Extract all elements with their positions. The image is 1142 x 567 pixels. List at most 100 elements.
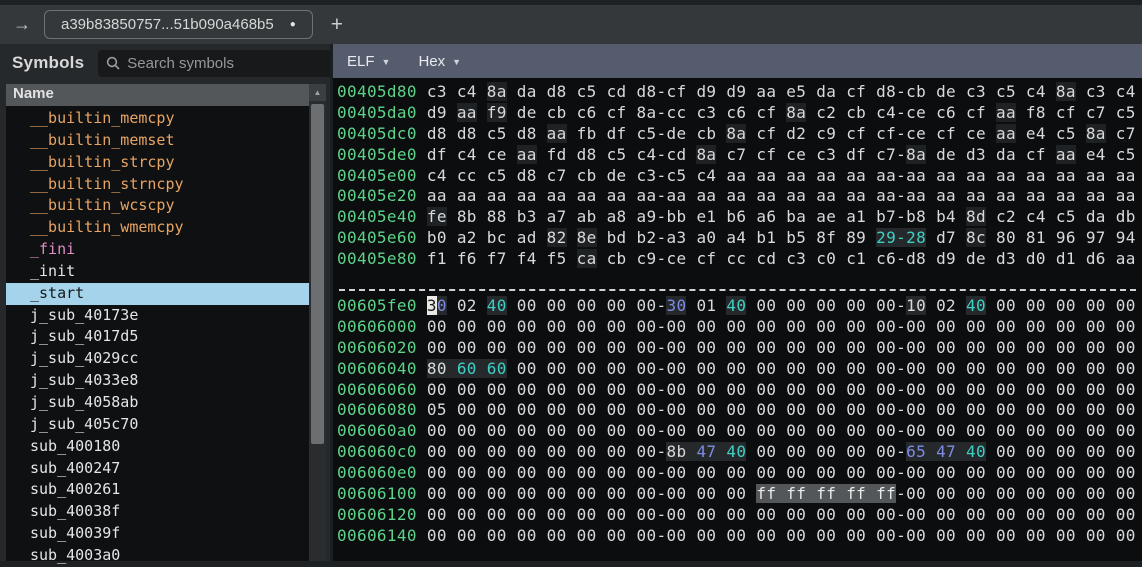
hex-gap[interactable] [627,249,637,268]
hex-byte[interactable]: 00 [607,317,627,336]
hex-byte[interactable]: 00 [876,421,896,440]
hex-byte[interactable]: 00 [1116,421,1136,440]
hex-byte[interactable]: 00 [607,400,627,419]
hex-gap[interactable] [1046,442,1056,461]
hex-byte[interactable]: cb [906,82,926,101]
symbol-list-item[interactable]: j_sub_40173e [30,305,326,327]
hex-gap[interactable] [746,400,756,419]
hex-byte[interactable]: 00 [666,421,686,440]
hex-byte[interactable]: c3 [427,82,447,101]
hex-gap[interactable] [806,505,816,524]
hex-gap[interactable] [1076,463,1086,482]
hex-gap[interactable] [1046,145,1056,164]
hex-byte[interactable]: 00 [816,359,836,378]
file-tab[interactable]: a39b83850757...51b090a468b5 ● [44,10,313,39]
hex-byte[interactable]: d3 [966,145,986,164]
hex-gap[interactable] [686,166,696,185]
hex-byte[interactable]: c7 [876,145,896,164]
hex-gap[interactable] [1046,166,1056,185]
hex-byte[interactable]: d9 [696,82,716,101]
hex-byte[interactable]: d0 [1026,249,1046,268]
hex-byte[interactable]: 00 [846,442,866,461]
hex-byte[interactable]: d1 [1056,249,1076,268]
hex-byte[interactable]: 00 [1116,526,1136,545]
hex-byte[interactable]: cd [756,249,776,268]
hex-byte[interactable]: 00 [487,400,507,419]
hex-gap[interactable] [1046,317,1056,336]
hex-gap[interactable] [866,166,876,185]
hex-byte[interactable]: 00 [816,317,836,336]
hex-byte[interactable]: 40 [726,296,746,315]
hex-byte[interactable]: 40 [966,442,986,461]
hex-gap[interactable] [836,380,846,399]
hex-gap[interactable]: - [896,186,906,205]
hex-gap[interactable] [567,317,577,336]
hex-gap[interactable] [926,400,936,419]
hex-byte[interactable]: e4 [1086,145,1106,164]
hex-byte[interactable]: d8 [427,124,447,143]
hex-byte[interactable]: 8e [577,228,597,247]
hex-gap[interactable] [1076,400,1086,419]
hex-gap[interactable] [986,228,996,247]
hex-gap[interactable] [507,526,517,545]
symbol-list-item[interactable]: _start [6,283,326,305]
hex-gap[interactable] [597,145,607,164]
hex-byte[interactable]: 00 [726,526,746,545]
hex-gap[interactable] [866,249,876,268]
hex-byte[interactable]: ce [906,103,926,122]
hex-gap[interactable] [447,103,457,122]
hex-gap[interactable] [567,166,577,185]
hex-gap[interactable] [956,124,966,143]
hex-byte[interactable]: 00 [786,359,806,378]
hex-gap[interactable] [1046,207,1056,226]
hex-gap[interactable] [597,400,607,419]
hex-byte[interactable]: 00 [756,463,776,482]
hex-byte[interactable]: 00 [936,505,956,524]
hex-byte[interactable]: 00 [427,338,447,357]
hex-byte[interactable]: aa [547,186,567,205]
hex-byte[interactable]: 00 [996,338,1016,357]
hex-byte[interactable]: 60 [487,359,507,378]
hex-gap[interactable] [1016,442,1026,461]
hex-byte[interactable]: 00 [996,421,1016,440]
hex-gap[interactable] [1076,249,1086,268]
hex-gap[interactable] [507,124,517,143]
hex-byte[interactable]: 89 [846,228,866,247]
hex-gap[interactable] [746,207,756,226]
symbol-search-input[interactable] [127,55,326,72]
hex-byte[interactable]: 00 [726,400,746,419]
hex-gap[interactable] [507,249,517,268]
hex-byte[interactable]: 00 [457,484,477,503]
hex-byte[interactable]: de [607,166,627,185]
hex-gap[interactable] [627,463,637,482]
hex-byte[interactable]: cf [696,249,716,268]
hex-gap[interactable] [627,186,637,205]
hex-byte[interactable]: ff [876,484,896,503]
hex-byte[interactable]: 00 [1026,296,1046,315]
hex-byte[interactable]: 00 [1116,359,1136,378]
hex-byte[interactable]: b5 [786,228,806,247]
hex-gap[interactable] [686,207,696,226]
hex-byte[interactable]: 01 [696,296,716,315]
hex-byte[interactable]: 00 [996,442,1016,461]
hex-byte[interactable]: aa [786,166,806,185]
hex-byte[interactable]: 00 [756,359,776,378]
hex-byte[interactable]: c9 [816,124,836,143]
hex-byte[interactable]: e1 [696,207,716,226]
hex-gap[interactable] [1016,186,1026,205]
hex-byte[interactable]: 00 [487,442,507,461]
hex-gap[interactable] [746,526,756,545]
new-tab-button[interactable]: + [331,13,343,37]
hex-gap[interactable] [627,484,637,503]
symbol-search-box[interactable] [98,50,334,77]
hex-byte[interactable]: 00 [1086,484,1106,503]
hex-byte[interactable]: c6 [726,103,746,122]
hex-gap[interactable] [866,526,876,545]
hex-byte[interactable]: 02 [457,296,477,315]
hex-byte[interactable]: 00 [936,463,956,482]
hex-gap[interactable] [567,505,577,524]
hex-gap[interactable] [776,463,786,482]
hex-gap[interactable] [477,317,487,336]
hex-gap[interactable] [447,442,457,461]
hex-gap[interactable] [986,442,996,461]
